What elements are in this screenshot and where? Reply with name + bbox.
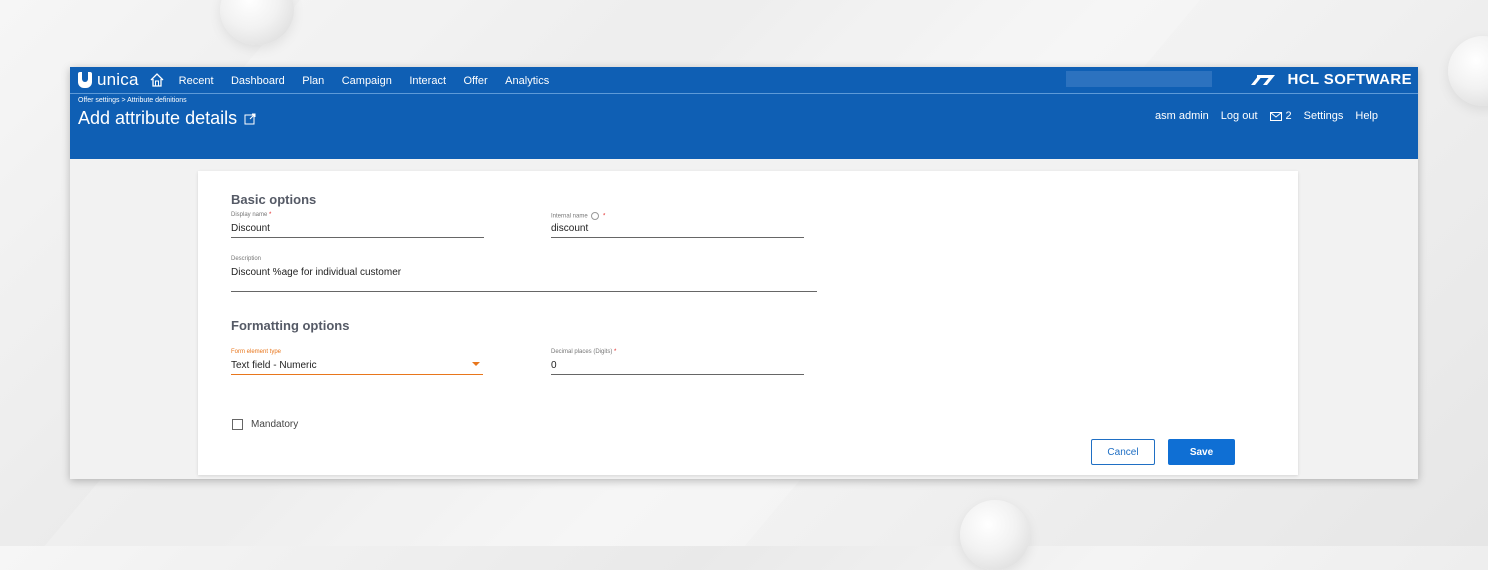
brand-text: HCL SOFTWARE	[1287, 71, 1412, 88]
display-name-input[interactable]: Discount	[231, 222, 484, 235]
mail-icon	[1269, 111, 1282, 121]
nav-offer[interactable]: Offer	[463, 75, 487, 87]
form-element-type-label: Form element type	[231, 349, 282, 355]
decimal-places-field[interactable]: Decimal places (Digits) * 0	[551, 349, 804, 375]
chevron-down-icon[interactable]	[472, 362, 480, 366]
user-name[interactable]: asm admin	[1155, 110, 1209, 122]
user-menu: asm admin Log out 2 Settings Help	[1155, 110, 1378, 122]
hcl-brand: HCL SOFTWARE	[1249, 71, 1412, 88]
hcl-logo-icon	[1251, 74, 1276, 85]
display-name-label: Display name *	[231, 212, 272, 218]
form-card: Basic options Display name * Discount In…	[198, 171, 1298, 475]
unica-logo-icon	[78, 72, 92, 88]
nav-analytics[interactable]: Analytics	[505, 75, 549, 87]
decimal-places-label: Decimal places (Digits) *	[551, 349, 617, 355]
description-field[interactable]: Description Discount %age for individual…	[231, 256, 817, 292]
form-element-type-value[interactable]: Text field - Numeric	[231, 359, 483, 372]
input-underline	[231, 291, 817, 292]
cancel-button[interactable]: Cancel	[1091, 439, 1155, 465]
input-underline	[551, 237, 804, 238]
internal-name-field[interactable]: Internal name * discount	[551, 212, 804, 238]
description-label: Description	[231, 256, 262, 262]
form-element-type-select[interactable]: Form element type Text field - Numeric	[231, 349, 483, 375]
checkbox-box[interactable]	[232, 419, 243, 430]
mandatory-label: Mandatory	[251, 419, 299, 430]
page-title-wrap: Add attribute details	[78, 108, 256, 129]
page-title: Add attribute details	[78, 108, 238, 128]
decimal-places-input[interactable]: 0	[551, 359, 804, 372]
help-link[interactable]: Help	[1355, 110, 1378, 122]
nav-dashboard[interactable]: Dashboard	[231, 75, 285, 87]
page-header: Offer settings > Attribute definitions A…	[70, 94, 1418, 159]
background-sphere	[960, 500, 1030, 570]
input-underline	[231, 237, 484, 238]
display-name-field[interactable]: Display name * Discount	[231, 212, 484, 238]
external-link-icon[interactable]	[244, 113, 256, 125]
home-icon[interactable]	[149, 72, 165, 88]
main-nav: Recent Dashboard Plan Campaign Interact …	[179, 71, 563, 89]
save-button[interactable]: Save	[1168, 439, 1235, 465]
input-underline	[231, 374, 483, 375]
background-stripe	[44, 480, 800, 546]
mandatory-checkbox[interactable]: Mandatory	[232, 419, 298, 430]
search-input[interactable]	[1066, 71, 1212, 87]
formatting-options-title: Formatting options	[231, 318, 350, 333]
info-icon[interactable]	[591, 212, 600, 220]
internal-name-label: Internal name *	[551, 212, 606, 220]
nav-interact[interactable]: Interact	[409, 75, 446, 87]
basic-options-title: Basic options	[231, 192, 317, 207]
logo-text: unica	[97, 70, 139, 89]
input-underline	[551, 374, 804, 375]
logout-link[interactable]: Log out	[1221, 110, 1258, 122]
nav-campaign[interactable]: Campaign	[342, 75, 392, 87]
background-sphere	[1448, 36, 1488, 106]
notifications[interactable]: 2	[1269, 110, 1292, 122]
internal-name-input[interactable]: discount	[551, 222, 804, 235]
breadcrumb[interactable]: Offer settings > Attribute definitions	[78, 97, 187, 104]
mail-count: 2	[1285, 110, 1292, 122]
nav-recent[interactable]: Recent	[179, 75, 214, 87]
nav-plan[interactable]: Plan	[302, 75, 324, 87]
top-navigation-bar: unica Recent Dashboard Plan Campaign Int…	[70, 67, 1418, 94]
settings-link[interactable]: Settings	[1304, 110, 1344, 122]
description-input[interactable]: Discount %age for individual customer	[231, 266, 817, 279]
unica-logo[interactable]: unica	[78, 70, 139, 90]
app-window: unica Recent Dashboard Plan Campaign Int…	[70, 67, 1418, 479]
